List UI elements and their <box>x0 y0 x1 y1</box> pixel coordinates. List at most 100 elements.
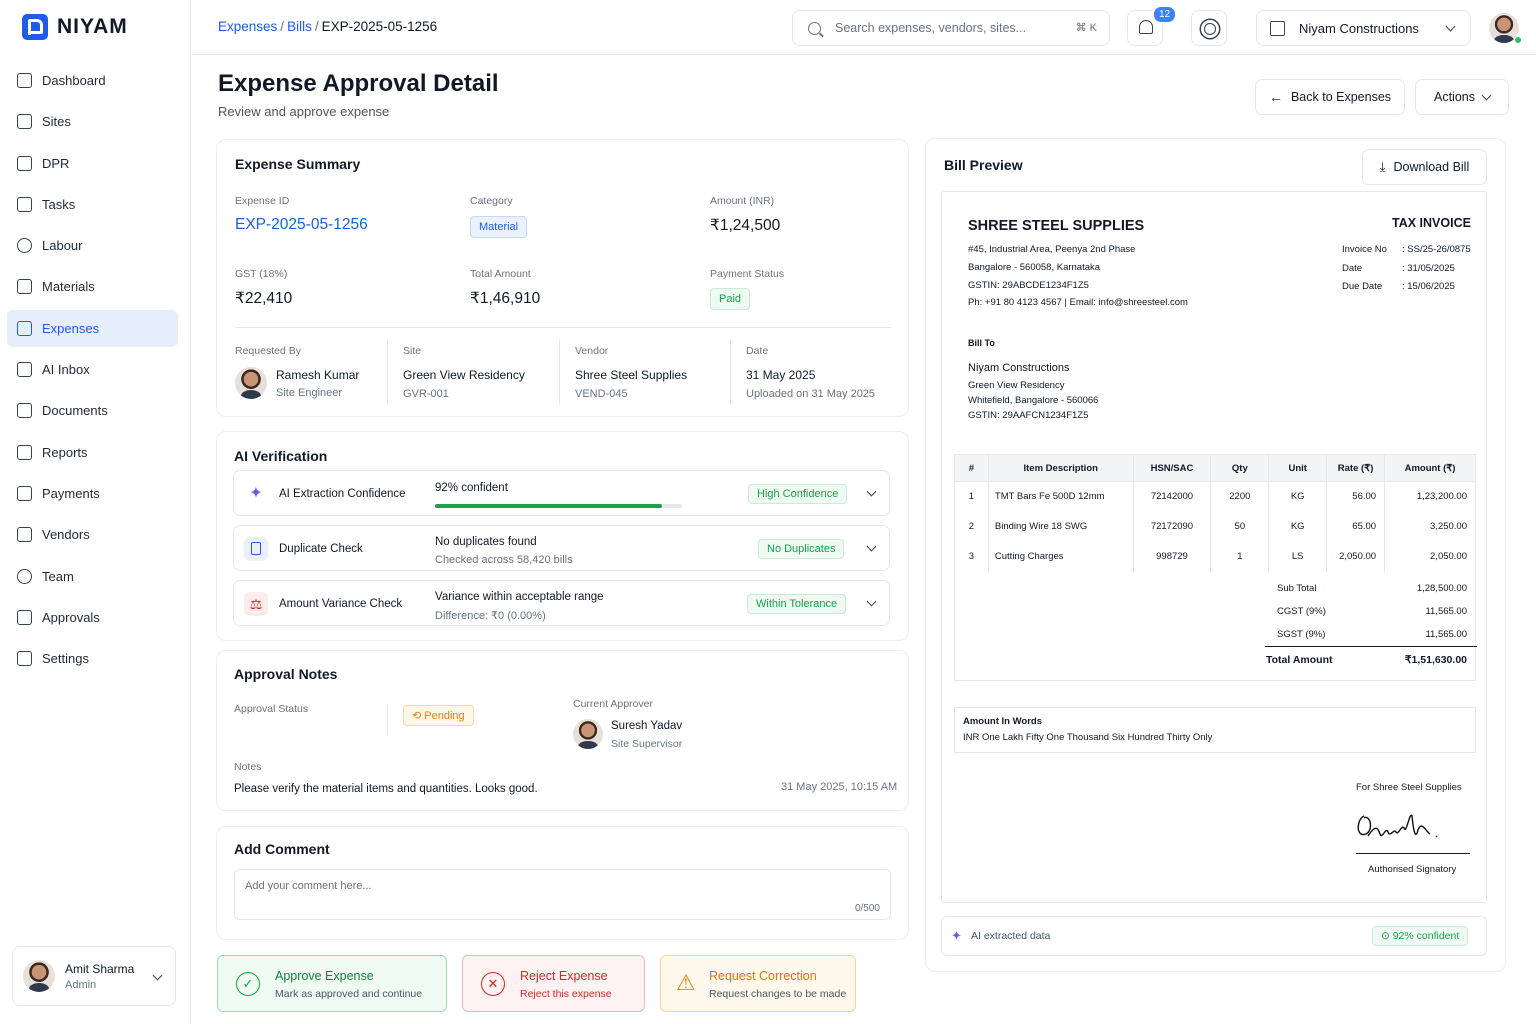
notifications-button[interactable]: 12 <box>1127 5 1178 46</box>
sidebar-item-label: Reports <box>42 444 88 460</box>
sidebar-item-tasks[interactable]: Tasks <box>7 186 178 223</box>
invoice-meta-value: : 31/05/2025 <box>1402 262 1455 274</box>
table-cell: 50 <box>1210 511 1270 542</box>
divider <box>235 327 891 328</box>
signature-line <box>1356 853 1470 854</box>
chevron-down-icon[interactable] <box>866 486 877 497</box>
invoice-vendor-address: #45, Industrial Area, Peenya 2nd Phase <box>968 244 1136 255</box>
no-duplicates-badge: No Duplicates <box>758 539 845 559</box>
breadcrumb-current: EXP-2025-05-1256 <box>321 19 438 34</box>
sidebar-item-payments[interactable]: Payments <box>7 475 178 512</box>
duplicate-detail: Checked across 58,420 bills <box>435 554 573 566</box>
approver-name: Suresh Yadav <box>611 720 683 732</box>
within-tolerance-badge: Within Tolerance <box>747 594 847 614</box>
table-cell: 998729 <box>1132 541 1212 572</box>
table-cell: 72172090 <box>1132 511 1212 542</box>
table-cell: 2200 <box>1210 481 1270 512</box>
approve-expense-button[interactable]: ✓ Approve Expense Mark as approved and c… <box>217 955 447 1012</box>
table-cell: 56.00 <box>1326 481 1386 512</box>
breadcrumb-bills[interactable]: Bills <box>287 19 312 34</box>
document-icon <box>244 537 268 561</box>
arrow-left-icon: ← <box>1268 89 1283 105</box>
comment-textarea[interactable]: Add your comment here... 0/500 <box>234 869 891 920</box>
sidebar: NIYAM Dashboard Sites DPR Tasks Labour Materi… <box>0 0 191 1024</box>
user-name: Amit Sharma <box>65 961 135 976</box>
request-correction-button[interactable]: ⚠ Request Correction Request changes to … <box>660 955 856 1012</box>
document-icon <box>17 403 32 419</box>
payment-status-label: Payment Status <box>710 268 785 280</box>
download-bill-button[interactable]: ⤓ Download Bill <box>1362 149 1487 185</box>
check-circle-icon: ✓ <box>236 972 260 996</box>
logo-mark-icon <box>22 14 48 40</box>
download-icon: ⤓ <box>1379 159 1386 174</box>
date-label: Date <box>746 345 769 357</box>
sidebar-item-dashboard[interactable]: Dashboard <box>7 62 178 99</box>
invoice-vendor-gstin: GSTIN: 29ABCDE1234F1Z5 <box>968 280 1089 291</box>
notes-title: Approval Notes <box>234 666 338 682</box>
sidebar-item-settings[interactable]: Settings <box>7 640 178 677</box>
amount-variance-row[interactable]: ⚖ Amount Variance Check Variance within … <box>233 580 890 626</box>
user-menu[interactable]: Amit Sharma Admin <box>12 946 176 1006</box>
subtotal-value: 1,28,500.00 <box>1416 583 1467 594</box>
expense-id[interactable]: EXP-2025-05-1256 <box>235 216 368 234</box>
brand-logo[interactable]: NIYAM <box>22 14 128 40</box>
sidebar-item-approvals[interactable]: Approvals <box>7 599 178 636</box>
confidence-bar-fill <box>435 504 663 508</box>
sidebar-item-documents[interactable]: Documents <box>7 392 178 429</box>
actions-button[interactable]: Actions <box>1415 79 1509 115</box>
sidebar-item-expenses[interactable]: Expenses <box>7 309 178 347</box>
total-value: ₹1,46,910 <box>470 290 541 307</box>
chevron-down-icon[interactable] <box>866 596 877 607</box>
users-icon <box>17 238 32 254</box>
vendor-name[interactable]: Shree Steel Supplies <box>575 368 687 382</box>
add-comment-card: Add Comment Add your comment here... 0/5… <box>216 826 909 940</box>
approver-avatar <box>573 719 603 749</box>
sidebar-item-label: Sites <box>42 114 71 130</box>
sidebar-item-vendors[interactable]: Vendors <box>7 516 178 553</box>
breadcrumb: Expenses / Bills / EXP-2025-05-1256 <box>218 19 438 34</box>
back-label: Back to Expenses <box>1290 90 1392 104</box>
back-to-expenses-button[interactable]: ← Back to Expenses <box>1255 79 1405 115</box>
table-row: 2 Binding Wire 18 SWG 72172090 50 KG 65.00 3,2… <box>954 511 1476 542</box>
org-switcher[interactable]: Niyam Constructions <box>1256 10 1471 46</box>
gear-icon <box>17 651 32 667</box>
theme-toggle-button[interactable] <box>1191 10 1227 46</box>
sidebar-item-dpr[interactable]: DPR <box>7 145 178 182</box>
reject-expense-button[interactable]: ✕ Reject Expense Reject this expense <box>462 955 645 1012</box>
site-name[interactable]: Green View Residency <box>403 368 525 382</box>
invoice-document: SHREE STEEL SUPPLIES #45, Industrial Are… <box>941 191 1487 903</box>
breadcrumb-expenses[interactable]: Expenses <box>218 19 277 34</box>
sidebar-item-materials[interactable]: Materials <box>7 268 178 305</box>
sparkle-icon: ✦ <box>951 928 962 943</box>
sidebar-item-team[interactable]: Team <box>7 558 178 595</box>
sidebar-item-label: Labour <box>42 238 83 254</box>
authorised-signatory: Authorised Signatory <box>1368 864 1457 875</box>
vendor-label: Vendor <box>575 345 609 357</box>
summary-title: Expense Summary <box>235 156 361 172</box>
sparkle-icon: ✦ <box>249 485 263 502</box>
sidebar-item-reports[interactable]: Reports <box>7 434 178 471</box>
sidebar-item-ai-inbox[interactable]: AI Inbox <box>7 351 178 388</box>
sidebar-item-label: Payments <box>42 485 100 501</box>
correction-title: Request Correction <box>709 969 817 983</box>
high-confidence-badge: High Confidence <box>748 484 848 504</box>
ai-extraction-row[interactable]: ✦ AI Extraction Confidence 92% confident… <box>233 470 890 516</box>
comment-placeholder: Add your comment here... <box>245 880 372 892</box>
invoice-meta-key: Due Date <box>1342 281 1383 292</box>
bill-preview-title: Bill Preview <box>944 157 1023 173</box>
table-cell: Binding Wire 18 SWG <box>987 511 1134 542</box>
duplicate-check-row[interactable]: Duplicate Check No duplicates found Chec… <box>233 525 890 571</box>
bill-to-gstin: GSTIN: 29AAFCN1234F1Z5 <box>968 410 1089 421</box>
column-header: Rate (₹) <box>1326 454 1386 482</box>
sidebar-item-labour[interactable]: Labour <box>7 227 178 264</box>
sidebar-item-label: Documents <box>42 403 108 419</box>
table-cell: 3 <box>954 541 989 572</box>
calendar-check-icon <box>17 196 32 212</box>
table-cell: LS <box>1268 541 1328 572</box>
sidebar-item-sites[interactable]: Sites <box>7 103 178 140</box>
add-comment-title: Add Comment <box>234 841 330 857</box>
chevron-down-icon[interactable] <box>866 541 877 552</box>
search-input[interactable]: Search expenses, vendors, sites... ⌘ K <box>792 10 1110 46</box>
divider <box>387 340 388 404</box>
table-cell: 2 <box>954 511 989 542</box>
